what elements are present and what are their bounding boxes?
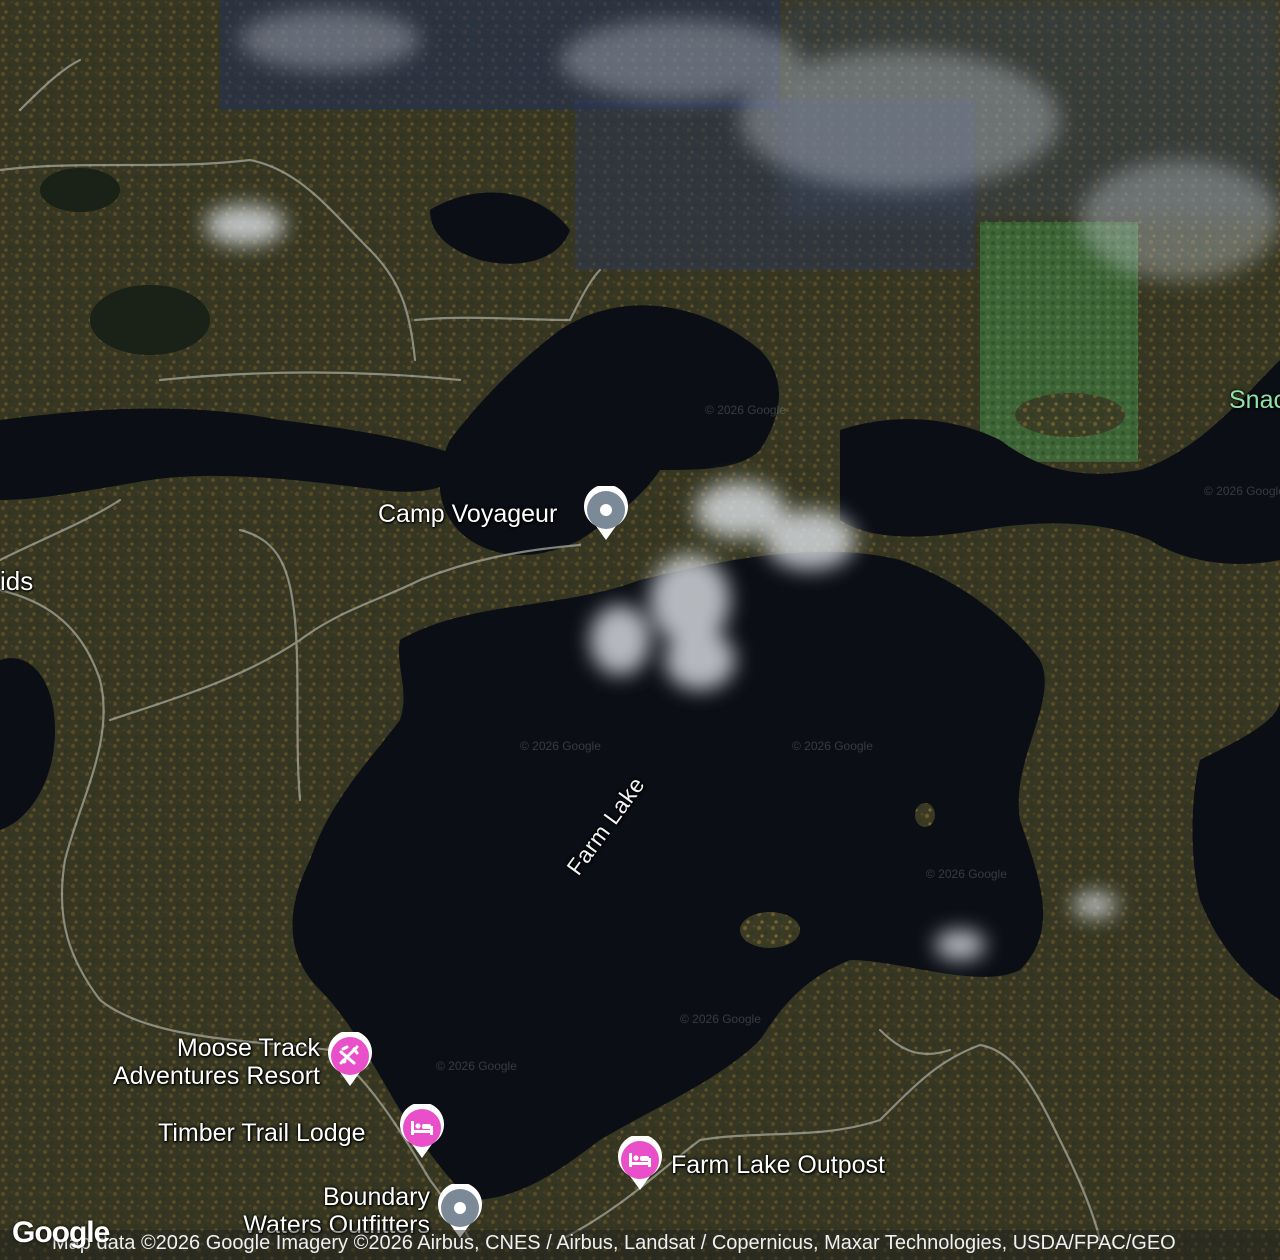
place-marker-timber-trail-lodge[interactable] <box>398 1104 446 1160</box>
map-watermark: © 2026 Google <box>792 739 873 753</box>
place-dot-icon <box>584 486 628 540</box>
map-watermark: © 2026 Google <box>1204 484 1280 498</box>
place-label-line: Boundary <box>322 1183 430 1211</box>
bed-icon <box>400 1104 444 1158</box>
map-watermark: © 2026 Google <box>680 1012 761 1026</box>
place-label-farm-lake-outpost[interactable]: Farm Lake Outpost <box>671 1151 885 1179</box>
map-watermark: © 2026 Google <box>926 867 1007 881</box>
map-watermark: © 2026 Google <box>520 739 601 753</box>
place-marker-farm-lake-outpost[interactable] <box>616 1136 664 1192</box>
bed-icon <box>618 1136 662 1190</box>
place-label-timber-trail-lodge[interactable]: Timber Trail Lodge <box>158 1119 366 1147</box>
place-marker-moose-track-adventures-resort[interactable] <box>326 1032 374 1088</box>
place-label-line: Adventures Resort <box>112 1062 320 1090</box>
map-attribution-bar: Map data ©2026 Google Imagery ©2026 Airb… <box>0 1230 1280 1260</box>
place-label-line: Moose Track <box>176 1034 320 1062</box>
map-watermark: © 2026 Google <box>705 403 786 417</box>
attribution-text[interactable]: Map data ©2026 Google Imagery ©2026 Airb… <box>52 1232 1176 1255</box>
edge-place-label-left[interactable]: ids <box>0 566 33 597</box>
activity-icon <box>328 1032 372 1086</box>
satellite-map[interactable]: © 2026 Google © 2026 Google © 2026 Googl… <box>0 0 1280 1260</box>
map-watermark: © 2026 Google <box>436 1059 517 1073</box>
place-label-camp-voyageur[interactable]: Camp Voyageur <box>378 500 557 528</box>
place-marker-camp-voyageur[interactable] <box>582 486 630 542</box>
place-label-moose-track-adventures-resort[interactable]: Moose Track Adventures Resort <box>90 1034 320 1090</box>
google-logo[interactable]: Google <box>12 1216 110 1250</box>
edge-place-label-right[interactable]: Snac <box>1229 386 1280 415</box>
